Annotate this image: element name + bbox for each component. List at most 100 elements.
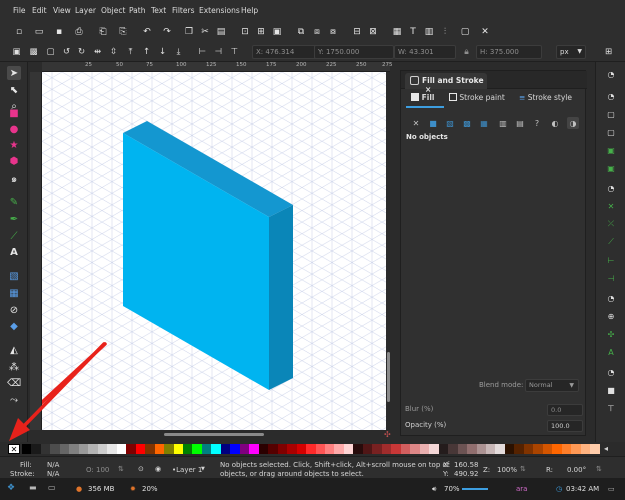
box-side-face[interactable]	[269, 205, 293, 390]
color-swatch[interactable]	[268, 444, 278, 454]
snap-nodes-icon[interactable]: ◔	[605, 182, 617, 194]
color-swatch[interactable]	[315, 444, 325, 454]
menu-filters[interactable]: Filters	[172, 6, 194, 15]
snap-bbox-icon[interactable]: ◔	[605, 90, 617, 102]
layer-selector[interactable]: •Layer 1	[172, 466, 202, 474]
menu-view[interactable]: View	[53, 6, 71, 15]
snap-intersections-icon[interactable]: ⤫	[605, 218, 617, 230]
align-center-icon[interactable]: ⊣	[212, 45, 225, 59]
snap-midpoints-icon[interactable]: ⊣	[605, 272, 617, 284]
color-swatch[interactable]	[353, 444, 363, 454]
menu-path[interactable]: Path	[129, 6, 145, 15]
lower-icon[interactable]: ↓	[156, 45, 169, 59]
snap-toggle-icon[interactable]: ◔	[605, 68, 617, 80]
color-swatch[interactable]	[561, 444, 572, 454]
gradient-tool-icon[interactable]: ▧	[7, 269, 21, 283]
color-swatch[interactable]	[59, 444, 70, 454]
color-swatch[interactable]	[287, 444, 297, 454]
menu-layer[interactable]: Layer	[75, 6, 96, 15]
calligraphy-tool-icon[interactable]: ⟋	[7, 229, 21, 243]
clone-icon[interactable]: ⧈	[310, 25, 324, 39]
workspace-icon[interactable]: ▬	[29, 483, 37, 492]
opacity-field[interactable]: 100.0	[547, 420, 583, 432]
horizontal-scrollbar[interactable]: ✣	[42, 430, 391, 440]
app-menu-icon[interactable]: ❖	[7, 483, 15, 493]
color-swatch[interactable]	[476, 444, 486, 454]
snap-grids-icon[interactable]: ⊤	[605, 402, 617, 414]
menu-file[interactable]: File	[13, 6, 26, 15]
menu-text[interactable]: Text	[151, 6, 166, 15]
select-all-layers-icon[interactable]: ▩	[27, 45, 40, 59]
vertical-scroll-thumb[interactable]	[387, 352, 390, 402]
save-icon[interactable]: ▪	[52, 25, 66, 39]
mesh-gradient-icon[interactable]: ▦	[478, 117, 490, 129]
fill-indicator-value[interactable]: N/A	[47, 461, 59, 469]
color-swatch[interactable]	[514, 444, 524, 454]
color-swatch[interactable]	[230, 444, 240, 454]
snap-rotation-centers-icon[interactable]: ✣	[605, 328, 617, 340]
rectangle-tool-icon[interactable]: ■	[7, 106, 21, 120]
color-swatch[interactable]	[173, 444, 183, 454]
mesh-tool-icon[interactable]: ▦	[7, 286, 21, 300]
color-swatch[interactable]	[239, 444, 250, 454]
redo-icon[interactable]: ↷	[160, 25, 174, 39]
dropper-tool-icon[interactable]: ⊘	[7, 303, 21, 317]
swatch-icon[interactable]: ▤	[514, 117, 526, 129]
color-swatch[interactable]	[542, 444, 553, 454]
spin-arrows-icon[interactable]: ⇅	[118, 465, 124, 473]
stroke-indicator-value[interactable]: N/A	[47, 470, 59, 478]
color-swatch[interactable]	[164, 444, 174, 454]
select-all-icon[interactable]: ▣	[10, 45, 23, 59]
flat-color-icon[interactable]: ■	[427, 117, 439, 129]
unlink-clone-icon[interactable]: ⧇	[326, 25, 340, 39]
print-icon[interactable]: ⎙	[72, 25, 86, 39]
spray-tool-icon[interactable]: ⁂	[7, 360, 21, 374]
color-swatch[interactable]	[533, 444, 543, 454]
color-swatch[interactable]	[296, 444, 307, 454]
zoom-page-icon[interactable]: ▣	[270, 25, 284, 39]
volume-slider[interactable]	[462, 488, 488, 490]
tab-fill[interactable]: Fill	[411, 93, 434, 102]
rotate-cw-icon[interactable]: ↻	[75, 45, 88, 59]
align-left-icon[interactable]: ⊢	[196, 45, 209, 59]
lower-to-bottom-icon[interactable]: ⤓	[172, 45, 185, 59]
color-swatch[interactable]	[580, 444, 591, 454]
radial-gradient-icon[interactable]: ▩	[461, 117, 473, 129]
pencil-tool-icon[interactable]: ✎	[7, 195, 21, 209]
color-swatch[interactable]	[69, 444, 79, 454]
color-swatch[interactable]	[135, 444, 146, 454]
color-swatch[interactable]	[22, 444, 32, 454]
color-swatch[interactable]	[306, 444, 316, 454]
text-tool-icon[interactable]: A	[7, 245, 21, 259]
copy-icon[interactable]: ❐	[182, 25, 196, 39]
rotation-spin-icon[interactable]: ⇅	[596, 465, 602, 473]
export-icon[interactable]: ⎘	[116, 25, 130, 39]
y-field[interactable]: Y: 1750.000	[314, 45, 394, 59]
color-swatch[interactable]	[372, 444, 382, 454]
new-document-icon[interactable]: ▫	[12, 25, 26, 39]
color-swatch[interactable]	[410, 444, 420, 454]
align-right-icon[interactable]: ⊤	[228, 45, 241, 59]
menu-help[interactable]: Help	[241, 6, 258, 15]
palette-menu-icon[interactable]: ◂	[604, 444, 608, 453]
zoom-value[interactable]: 100%	[497, 466, 517, 474]
spiral-tool-icon[interactable]: ๑	[7, 172, 21, 186]
color-swatch[interactable]	[400, 444, 411, 454]
horizontal-scroll-thumb[interactable]	[164, 433, 264, 436]
snap-smooth-nodes-icon[interactable]: ⊢	[605, 254, 617, 266]
snap-paths-icon[interactable]: ✕	[605, 200, 617, 212]
zoom-selection-icon[interactable]: ⊡	[238, 25, 252, 39]
color-swatch[interactable]	[220, 444, 231, 454]
flip-vertical-icon[interactable]: ⇳	[107, 45, 120, 59]
vertical-scrollbar[interactable]	[386, 72, 392, 430]
menu-edit[interactable]: Edit	[32, 6, 47, 15]
color-swatch[interactable]	[249, 444, 259, 454]
color-swatch[interactable]	[495, 444, 505, 454]
color-swatch[interactable]	[429, 444, 439, 454]
3d-box-tool-icon[interactable]: ⬢	[7, 154, 21, 168]
h-field[interactable]: H: 375.000	[476, 45, 542, 59]
color-swatch[interactable]	[457, 444, 468, 454]
rotate-canvas-icon[interactable]: ✣	[384, 430, 391, 439]
tab-fill-and-stroke[interactable]: Fill and Stroke ×	[405, 73, 487, 94]
color-swatch[interactable]	[334, 444, 344, 454]
